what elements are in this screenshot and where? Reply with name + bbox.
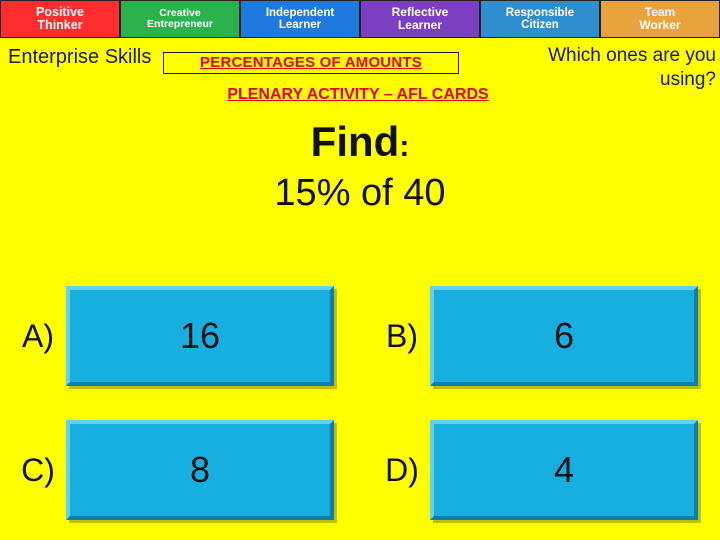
which-ones-line1: Which ones are you: [548, 45, 716, 66]
answer-value: 6: [553, 315, 575, 356]
skill-label-line2: Worker: [639, 18, 681, 32]
skill-label-line2: Learner: [278, 19, 322, 31]
find-label: Find: [310, 118, 400, 165]
answer-letter: B): [386, 317, 418, 354]
answer-letter: A): [22, 317, 54, 354]
skill-label-line2: Citizen: [521, 19, 559, 31]
which-ones-question: Which ones are you using?: [466, 44, 716, 93]
skill-team-worker[interactable]: Team Worker: [600, 0, 720, 38]
skill-label-line2: Entrepreneur: [147, 18, 213, 30]
which-ones-line2: using?: [660, 69, 716, 91]
skill-label-line1: Responsible: [505, 6, 575, 19]
answer-value: 4: [553, 449, 575, 490]
answer-box[interactable]: 4: [430, 420, 698, 520]
skill-label-line2: Learner: [397, 18, 442, 32]
percentages-title: PERCENTAGES OF AMOUNTS: [163, 52, 459, 74]
answer-box[interactable]: 8: [66, 420, 334, 520]
answer-option-d[interactable]: D) 4: [374, 420, 698, 520]
skills-bar: Positive Thinker Creative Entrepreneur I…: [0, 0, 720, 38]
answer-box[interactable]: 6: [430, 286, 698, 386]
answer-value: 16: [179, 315, 221, 356]
skill-reflective-learner[interactable]: Reflective Learner: [360, 0, 480, 38]
find-colon: :: [399, 130, 410, 163]
skill-responsible-citizen[interactable]: Responsible Citizen: [480, 0, 600, 38]
skill-positive-thinker[interactable]: Positive Thinker: [0, 0, 120, 38]
skill-independent-learner[interactable]: Independent Learner: [240, 0, 360, 38]
answer-letter: D): [385, 451, 419, 488]
question-prompt: 15% of 40: [274, 172, 446, 214]
enterprise-skills-label: Enterprise Skills: [8, 46, 152, 68]
answer-option-a[interactable]: A) 16: [10, 286, 334, 386]
answer-option-c[interactable]: C) 8: [10, 420, 334, 520]
skill-label-line1: Independent: [265, 6, 335, 19]
answer-option-b[interactable]: B) 6: [374, 286, 698, 386]
skill-label-line2: Thinker: [37, 18, 83, 32]
answer-letter: C): [21, 451, 55, 488]
find-heading: Find:: [0, 118, 720, 166]
skill-creative-entrepreneur[interactable]: Creative Entrepreneur: [120, 0, 240, 38]
answer-box[interactable]: 16: [66, 286, 334, 386]
answer-value: 8: [189, 449, 211, 490]
answer-options: A) 16 B) 6 C) 8 D) 4: [0, 286, 720, 540]
